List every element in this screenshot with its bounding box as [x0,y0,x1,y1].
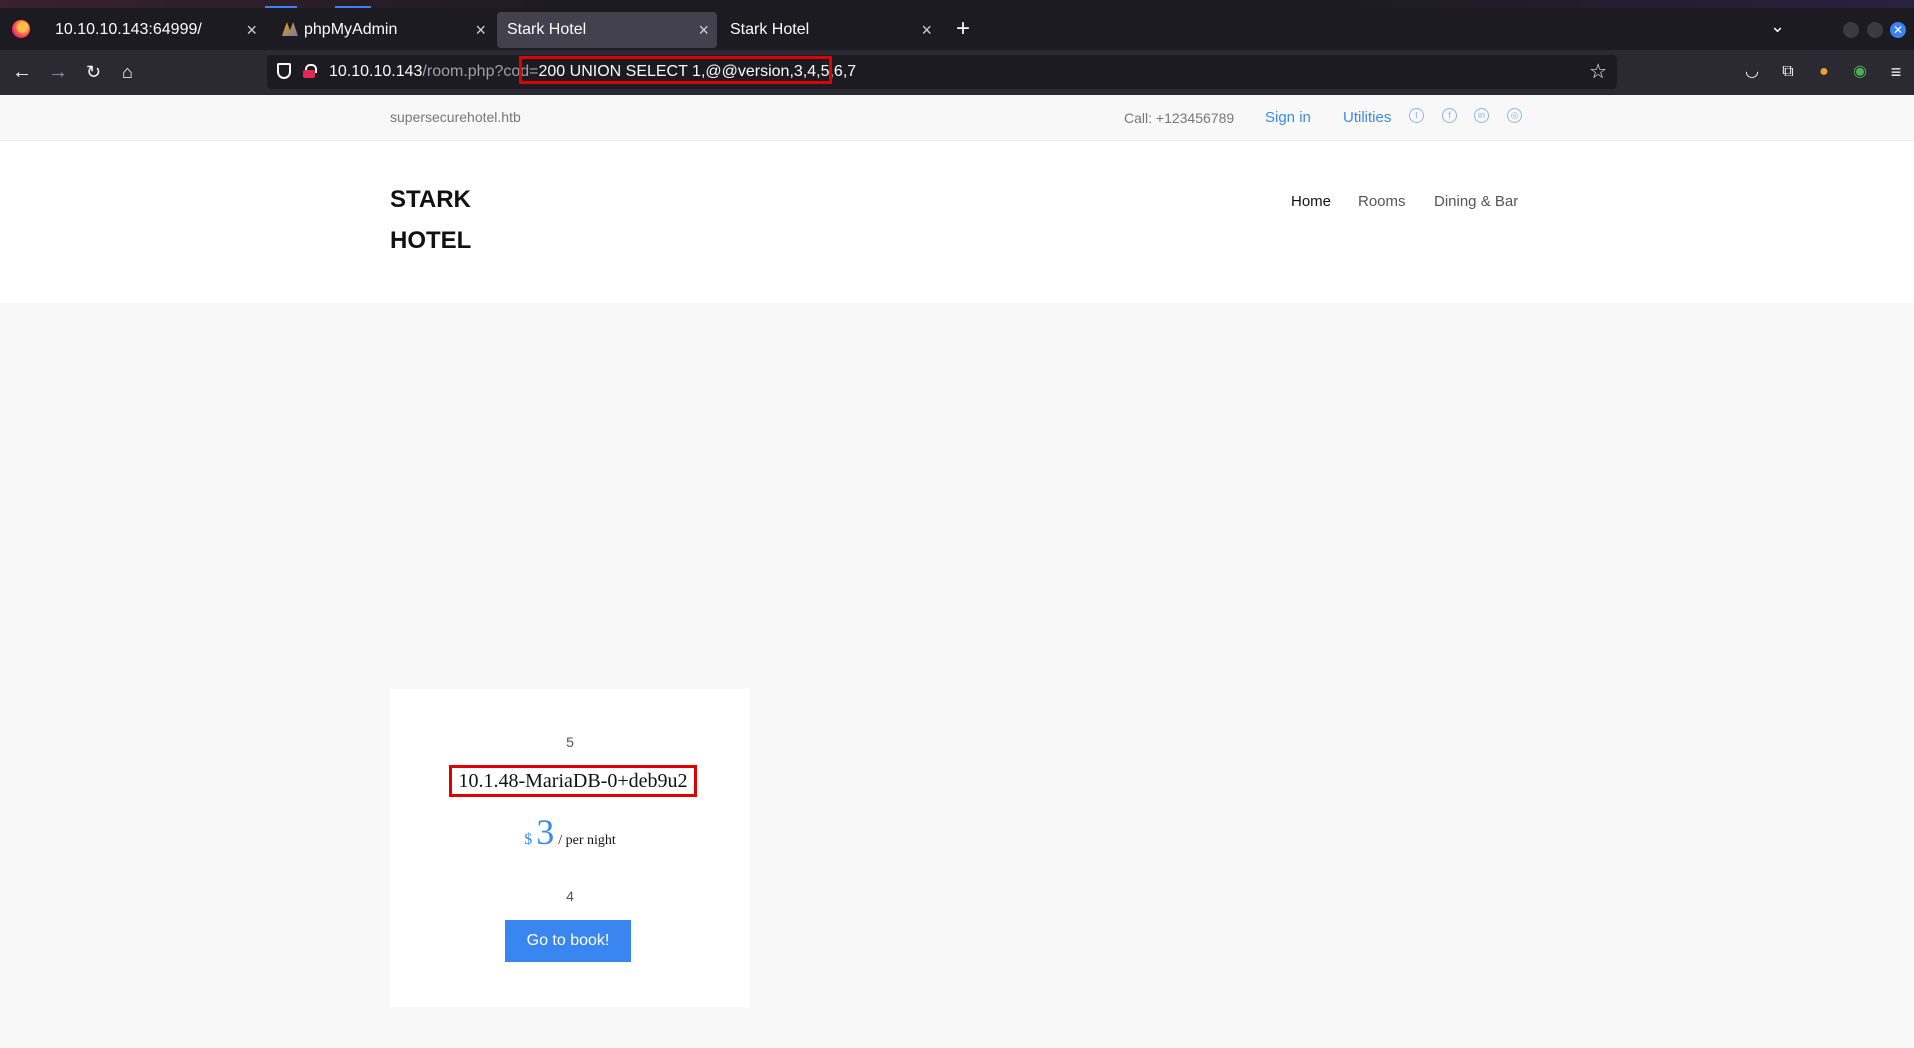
wappalyzer-icon[interactable]: ◉ [1850,62,1870,82]
browser-nav-bar: ← → ↻ ⌂ 10.10.10.143/room.php?cod=200 UN… [0,50,1914,95]
window-close-button[interactable]: ✕ [1890,22,1906,38]
currency-symbol: $ [524,831,533,848]
extensions-icon[interactable]: ⧉ [1778,62,1798,82]
url-injection-highlight-box [519,56,832,84]
nav-rooms[interactable]: Rooms [1358,193,1406,210]
tab-title: Stark Hotel [730,21,810,38]
nav-dining-bar[interactable]: Dining & Bar [1434,193,1518,210]
utilities-link[interactable]: Utilities [1343,109,1391,126]
address-bar[interactable]: 10.10.10.143/room.php?cod=200 UNION SELE… [267,55,1617,89]
price-amount: 3 [536,812,555,852]
go-to-book-button[interactable]: Go to book! [505,920,631,962]
firefox-icon[interactable] [12,20,30,38]
tab-title: phpMyAdmin [304,21,398,38]
page-viewport: supersecurehotel.htb Call: +123456789 Si… [0,95,1914,1048]
facebook-icon[interactable]: f [1442,108,1457,123]
close-icon[interactable]: × [475,12,486,48]
linkedin-icon[interactable]: in [1474,108,1489,123]
tab-phpmyadmin[interactable]: phpMyAdmin × [272,12,494,48]
tab-64999[interactable]: 10.10.10.143:64999/ × [45,12,265,48]
site-domain: supersecurehotel.htb [390,109,521,125]
sign-in-link[interactable]: Sign in [1265,109,1311,126]
menu-hamburger-icon[interactable]: ≡ [1886,62,1906,82]
forward-arrow-icon[interactable]: → [48,60,68,84]
close-icon[interactable]: × [246,12,257,48]
per-night-label: / per night [558,833,616,848]
tab-stark-hotel[interactable]: Stark Hotel × [720,12,940,48]
room-card: 5 10.1.48-MariaDB-0+deb9u2 $ 3 / per nig… [390,689,750,1007]
room-bottom-value: 4 [566,888,574,904]
room-top-value: 5 [566,734,574,750]
tab-indicator [335,6,371,8]
pocket-icon[interactable]: ◡ [1742,62,1762,82]
tab-title: Stark Hotel [507,21,587,38]
nav-home[interactable]: Home [1291,193,1331,210]
foxyproxy-icon[interactable]: ● [1814,62,1834,82]
lock-icon[interactable] [303,64,317,78]
shield-icon[interactable] [277,63,291,79]
tab-title: 10.10.10.143:64999/ [55,21,202,38]
minimize-button[interactable] [1843,22,1859,38]
phpmyadmin-icon [282,22,298,36]
url-host: 10.10.10.143 [329,63,423,80]
phone-number: Call: +123456789 [1124,110,1235,126]
room-name-version: 10.1.48-MariaDB-0+deb9u2 [449,765,697,797]
tab-indicator [265,6,297,8]
site-logo[interactable]: STARK HOTEL [390,179,510,261]
dribbble-icon[interactable]: ◎ [1507,108,1522,123]
room-price: $ 3 / per night [390,811,750,853]
close-icon[interactable]: × [921,12,932,48]
bookmark-star-icon[interactable]: ☆ [1589,59,1607,84]
chevron-down-icon[interactable]: ⌄ [1770,16,1785,37]
close-icon[interactable]: × [698,12,709,48]
twitter-icon[interactable]: t [1409,108,1424,123]
maximize-button[interactable] [1867,22,1883,38]
new-tab-plus-icon[interactable]: + [956,14,970,44]
site-top-bar: supersecurehotel.htb Call: +123456789 Si… [0,95,1914,141]
site-header: STARK HOTEL Home Rooms Dining & Bar [0,141,1914,303]
back-arrow-icon[interactable]: ← [12,60,32,84]
tab-stark-hotel-active[interactable]: Stark Hotel × [497,12,717,48]
reload-icon[interactable]: ↻ [86,60,101,84]
browser-tab-bar: 10.10.10.143:64999/ × phpMyAdmin × Stark… [0,0,1914,50]
home-icon[interactable]: ⌂ [122,60,133,84]
